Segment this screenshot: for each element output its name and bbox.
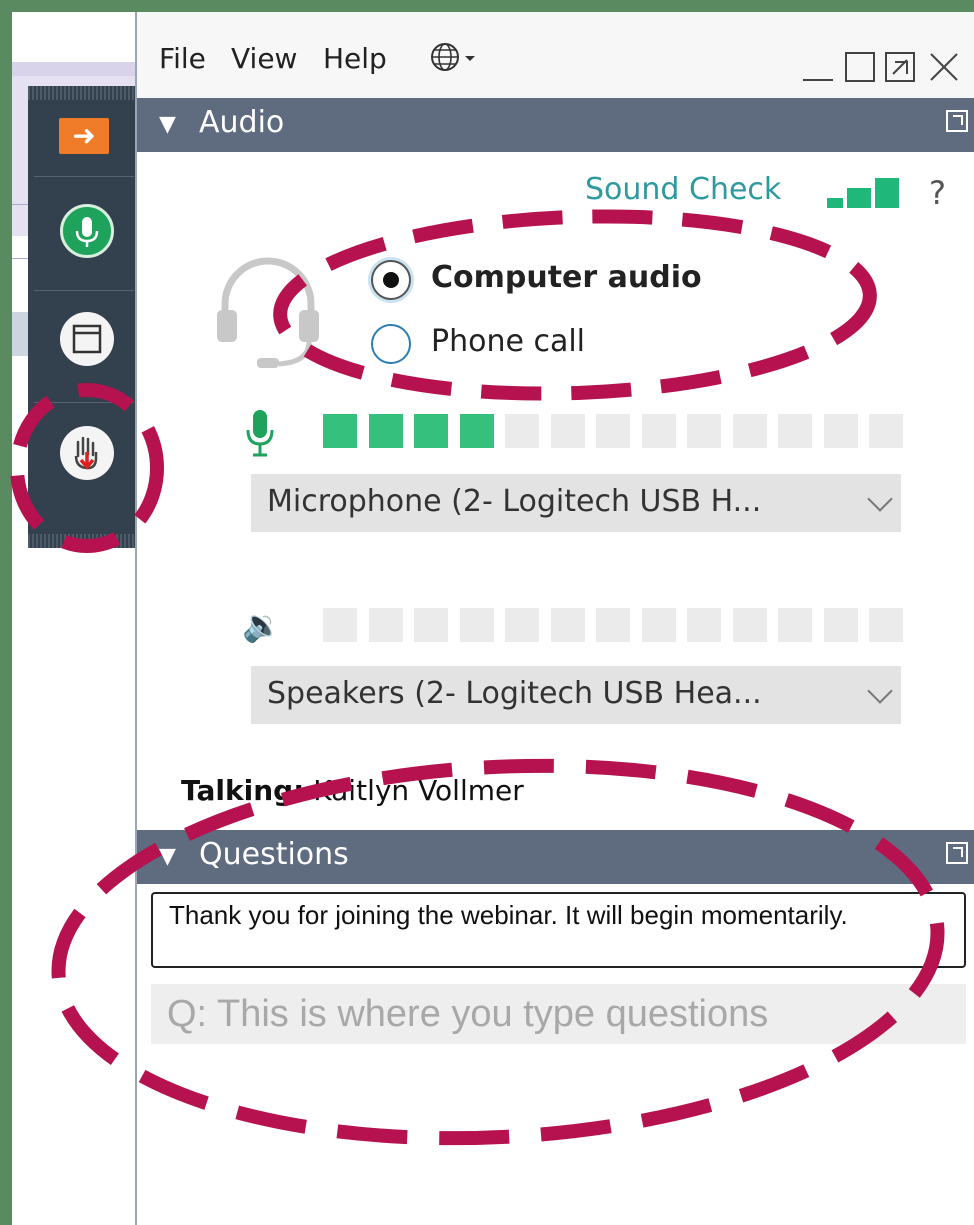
level-segment [505, 608, 539, 642]
window-icon [72, 324, 102, 354]
talking-indicator: Talking: Kaitlyn Vollmer [181, 774, 524, 807]
microphone-level-icon [246, 410, 274, 457]
raise-hand-button[interactable] [60, 426, 114, 480]
level-segment [368, 608, 403, 642]
level-segment [414, 414, 448, 448]
level-segment [641, 608, 676, 642]
collapse-triangle-icon[interactable]: ▼ [159, 844, 176, 869]
raise-hand-icon [74, 436, 98, 470]
chevron-down-icon [867, 486, 893, 512]
level-segment [596, 414, 630, 448]
level-segment [550, 414, 585, 448]
computer-audio-label[interactable]: Computer audio [431, 260, 702, 295]
speaker-icon: 🔉 [242, 606, 282, 644]
level-segment [778, 414, 812, 448]
level-segment [687, 414, 721, 448]
level-segment [823, 414, 858, 448]
toolbar-separator [34, 402, 134, 403]
microphone-select[interactable]: Microphone (2- Logitech USB H... [251, 474, 901, 532]
level-segment [550, 608, 585, 642]
microphone-toggle-button[interactable] [60, 204, 114, 258]
toolbar-grip-bottom[interactable] [28, 534, 140, 548]
talking-name: Kaitlyn Vollmer [313, 774, 524, 807]
signal-bar [875, 178, 899, 208]
level-segment [459, 414, 494, 448]
level-segment [596, 608, 630, 642]
phone-call-label[interactable]: Phone call [431, 324, 585, 359]
minimize-button[interactable] [801, 50, 835, 93]
audio-help-button[interactable]: ? [929, 174, 946, 212]
level-segment [414, 608, 448, 642]
menu-view[interactable]: View [231, 42, 297, 75]
microphone-icon [75, 217, 99, 247]
audio-section-header[interactable]: ▼ Audio [137, 98, 974, 152]
questions-section-header[interactable]: ▼ Questions [137, 830, 974, 884]
speakers-select[interactable]: Speakers (2- Logitech USB Hea... [251, 666, 901, 724]
level-segment [869, 608, 903, 642]
collapse-panel-arrow-icon[interactable]: ➜ [59, 118, 109, 154]
toolbar-separator [34, 290, 134, 291]
level-segment [869, 414, 903, 448]
toolbar-separator [34, 176, 134, 177]
popout-icon[interactable] [946, 842, 968, 864]
signal-strength-icon [827, 178, 907, 208]
signal-bar [827, 198, 843, 208]
screenshot-frame: ➜ File View Help ▼ Audio Sound Check ? C… [12, 12, 974, 1225]
level-segment [687, 608, 721, 642]
level-segment [823, 608, 858, 642]
level-segment [778, 608, 812, 642]
sound-check-link[interactable]: Sound Check [585, 172, 781, 207]
gotowebinar-control-toolbar: ➜ [28, 86, 140, 548]
signal-bar [847, 188, 871, 208]
level-segment [368, 414, 403, 448]
level-segment [505, 414, 539, 448]
background-tab [12, 312, 28, 356]
talking-label: Talking: [181, 774, 305, 807]
collapse-triangle-icon[interactable]: ▼ [159, 112, 176, 137]
microphone-select-value: Microphone (2- Logitech USB H... [267, 484, 762, 519]
menu-bar: File View Help [137, 12, 974, 98]
toolbar-grip-top[interactable] [28, 86, 140, 100]
level-segment [732, 608, 767, 642]
popout-button[interactable] [883, 50, 917, 93]
menu-help[interactable]: Help [323, 42, 387, 75]
headset-icon [217, 257, 319, 368]
level-segment [323, 414, 357, 448]
level-segment [641, 414, 676, 448]
close-icon[interactable] [927, 50, 961, 93]
audio-section-title: Audio [199, 105, 285, 140]
control-panel: File View Help ▼ Audio Sound Check ? Com… [135, 12, 974, 1225]
popout-icon[interactable] [946, 110, 968, 132]
screen-view-button[interactable] [60, 312, 114, 366]
speakers-select-value: Speakers (2- Logitech USB Hea... [267, 676, 762, 711]
question-input[interactable] [151, 984, 966, 1044]
level-segment [732, 414, 767, 448]
questions-message: Thank you for joining the webinar. It wi… [151, 892, 966, 968]
background-band [12, 62, 137, 76]
phone-call-radio[interactable] [371, 324, 411, 364]
chevron-down-icon [867, 678, 893, 704]
language-globe-icon[interactable] [429, 40, 479, 81]
computer-audio-radio[interactable] [371, 260, 411, 300]
maximize-button[interactable] [843, 50, 877, 93]
menu-file[interactable]: File [159, 42, 206, 75]
level-segment [459, 608, 494, 642]
level-segment [323, 608, 357, 642]
questions-section-title: Questions [199, 837, 349, 872]
